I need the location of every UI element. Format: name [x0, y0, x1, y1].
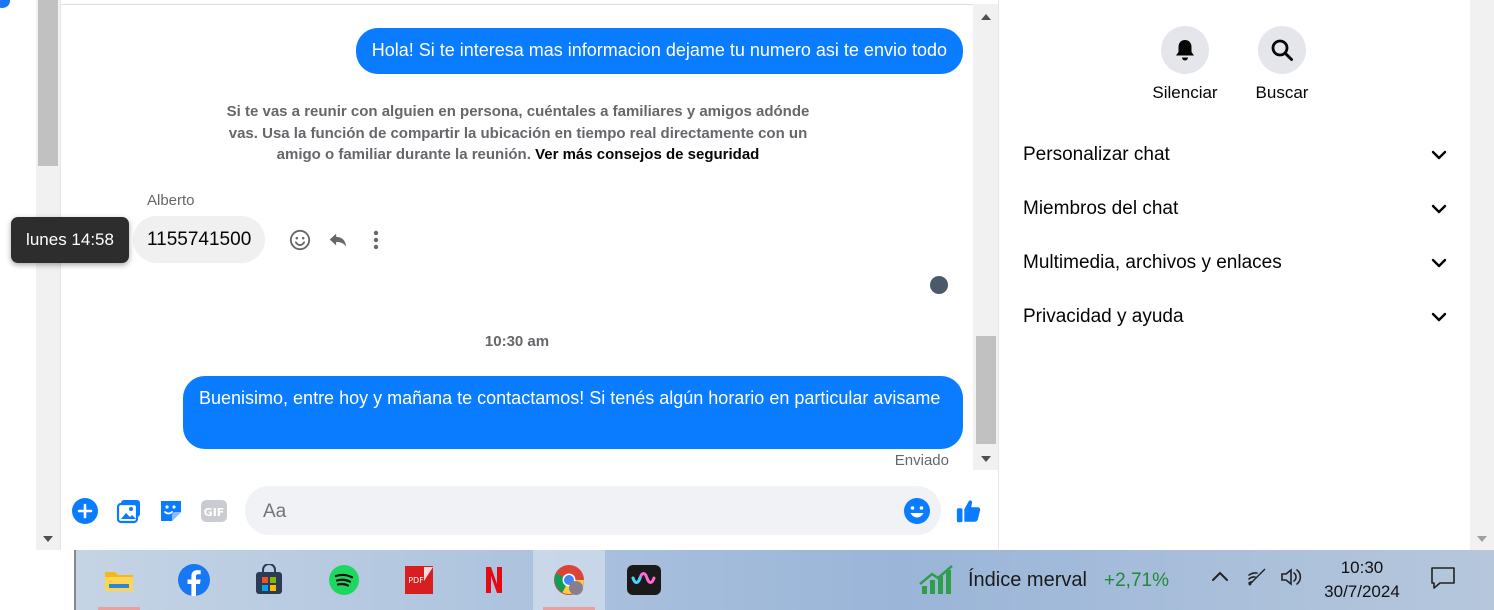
chat-panel: Hola! Si te interesa mas informacion dej…	[11, 0, 999, 550]
sender-name: Alberto	[147, 192, 195, 209]
taskbar-clock[interactable]: 10:30 30/7/2024	[1318, 556, 1406, 604]
facebook-icon[interactable]	[165, 550, 223, 610]
outgoing-message[interactable]: Hola! Si te interesa mas informacion dej…	[355, 28, 963, 74]
outer-scrollbar-thumb[interactable]	[38, 0, 58, 166]
section-chat-members[interactable]: Miembros del chat	[1023, 194, 1447, 224]
clock-time: 10:30	[1340, 558, 1384, 577]
unread-dot	[0, 0, 10, 8]
react-emoji-icon[interactable]	[287, 227, 313, 253]
add-icon[interactable]	[71, 497, 99, 525]
more-options-icon[interactable]	[363, 227, 389, 253]
search-label: Buscar	[1255, 83, 1309, 102]
chat-header-border	[61, 0, 973, 5]
section-label: Multimedia, archivos y enlaces	[1023, 252, 1282, 273]
safety-tips-link[interactable]: Ver más consejos de seguridad	[535, 146, 759, 163]
chat-scrollbar[interactable]	[973, 4, 999, 470]
taskbar-search-box[interactable]	[0, 550, 76, 610]
like-icon[interactable]	[955, 497, 983, 525]
message-status: Enviado	[894, 452, 949, 469]
message-input[interactable]	[261, 486, 885, 537]
market-widget-value[interactable]: +2,71%	[1104, 570, 1169, 592]
message-composer: GIF	[61, 475, 999, 550]
scroll-down-arrow-icon[interactable]	[1477, 536, 1487, 542]
sticker-icon[interactable]	[157, 497, 185, 525]
spotify-icon[interactable]	[315, 550, 373, 610]
message-time-tooltip: lunes 14:58	[11, 217, 129, 263]
file-explorer-icon[interactable]	[90, 550, 148, 610]
microsoft-store-icon[interactable]	[240, 550, 298, 610]
wifi-icon[interactable]	[1246, 567, 1268, 592]
section-media-files-links[interactable]: Multimedia, archivos y enlaces	[1023, 248, 1447, 278]
search-button[interactable]	[1258, 26, 1306, 74]
volume-icon[interactable]	[1280, 567, 1304, 592]
chevron-down-icon	[1431, 204, 1447, 214]
show-hidden-icons-chevron-up-icon[interactable]	[1210, 567, 1230, 588]
scroll-up-arrow-icon[interactable]	[981, 14, 991, 20]
chrome-icon[interactable]	[533, 550, 605, 610]
emoji-icon[interactable]	[903, 497, 931, 525]
reply-icon[interactable]	[325, 227, 351, 253]
taskbar: PDF	[0, 550, 1494, 610]
section-label: Miembros del chat	[1023, 198, 1179, 219]
svg-text:GIF: GIF	[204, 506, 225, 519]
scroll-down-arrow-icon[interactable]	[43, 536, 53, 542]
outer-scrollbar[interactable]	[36, 0, 60, 550]
chat-scrollbar-thumb[interactable]	[976, 336, 996, 444]
message-timestamp: 10:30 am	[484, 333, 550, 350]
seen-avatar	[930, 276, 948, 294]
scroll-down-arrow-icon[interactable]	[981, 456, 991, 462]
chat-info-panel: Silenciar Buscar Personalizar chat Miemb…	[998, 0, 1471, 550]
wavebox-icon[interactable]	[615, 550, 673, 610]
chevron-down-icon	[1431, 312, 1447, 322]
section-label: Privacidad y ayuda	[1023, 306, 1184, 327]
outer-left-strip	[0, 0, 36, 550]
search-action[interactable]: Buscar	[1242, 26, 1322, 103]
netflix-icon[interactable]	[465, 550, 523, 610]
section-customize-chat[interactable]: Personalizar chat	[1023, 140, 1447, 170]
right-scrollbar[interactable]	[1470, 0, 1494, 550]
chevron-down-icon	[1431, 150, 1447, 160]
market-widget-label[interactable]: Índice merval	[968, 569, 1087, 592]
clock-date: 30/7/2024	[1324, 582, 1400, 601]
svg-text:PDF: PDF	[408, 576, 424, 585]
pdf-editor-icon[interactable]: PDF	[390, 550, 448, 610]
stock-chart-icon[interactable]	[918, 564, 956, 601]
message-actions	[287, 227, 389, 253]
safety-notice: Si te vas a reunir con alguien en person…	[211, 101, 825, 166]
mute-button[interactable]	[1161, 26, 1209, 74]
section-label: Personalizar chat	[1023, 144, 1170, 165]
chevron-down-icon	[1431, 258, 1447, 268]
message-input-container[interactable]	[245, 486, 941, 537]
mute-action[interactable]: Silenciar	[1145, 26, 1225, 103]
notification-center-icon[interactable]	[1430, 566, 1456, 589]
outgoing-message[interactable]: Buenisimo, entre hoy y mañana te contact…	[183, 376, 963, 449]
photo-icon[interactable]	[115, 497, 143, 525]
gif-icon[interactable]: GIF	[200, 497, 228, 525]
incoming-message[interactable]: 1155741500	[133, 216, 266, 263]
mute-label: Silenciar	[1152, 83, 1218, 102]
section-privacy-help[interactable]: Privacidad y ayuda	[1023, 302, 1447, 332]
